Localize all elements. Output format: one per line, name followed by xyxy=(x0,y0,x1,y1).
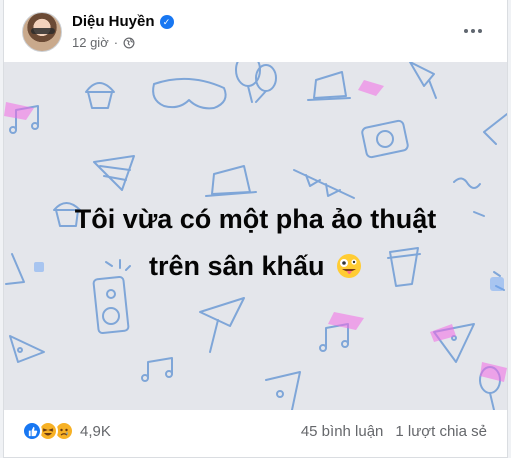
verified-badge-icon: ✓ xyxy=(159,14,174,29)
post-stats: 45 bình luận 1 lượt chia sẻ xyxy=(301,423,487,440)
post-background-image[interactable]: Tôi vừa có một pha ảo thuật trên sân khấ… xyxy=(4,62,507,410)
author-avatar[interactable] xyxy=(22,12,62,52)
zany-face-emoji xyxy=(337,254,362,278)
author-row: Diệu Huyền ✓ xyxy=(72,13,174,30)
post-text: Tôi vừa có một pha ảo thuật trên sân khấ… xyxy=(4,196,507,290)
globe-icon[interactable] xyxy=(123,37,135,49)
post-header: Diệu Huyền ✓ 12 giờ · xyxy=(4,0,507,62)
post-card: Diệu Huyền ✓ 12 giờ · Tôi vừa có một pha… xyxy=(3,0,508,458)
reactions-summary[interactable]: 4,9K xyxy=(22,421,111,441)
post-time[interactable]: 12 giờ xyxy=(72,35,109,50)
post-text-line-2-text: trên sân khấu xyxy=(148,251,325,281)
reaction-count: 4,9K xyxy=(80,422,111,440)
comments-count-link[interactable]: 45 bình luận xyxy=(301,423,384,440)
author-name[interactable]: Diệu Huyền xyxy=(72,13,155,30)
more-options-icon[interactable] xyxy=(459,18,487,44)
post-text-line-1: Tôi vừa có một pha ảo thuật xyxy=(74,204,437,234)
post-footer: 4,9K 45 bình luận 1 lượt chia sẻ xyxy=(4,410,507,456)
post-text-line-2: trên sân khấu xyxy=(4,243,507,290)
meta-separator: · xyxy=(113,35,119,50)
like-reaction-icon xyxy=(22,421,42,441)
shares-count-link[interactable]: 1 lượt chia sẻ xyxy=(395,423,487,440)
post-meta: 12 giờ · xyxy=(72,35,135,50)
